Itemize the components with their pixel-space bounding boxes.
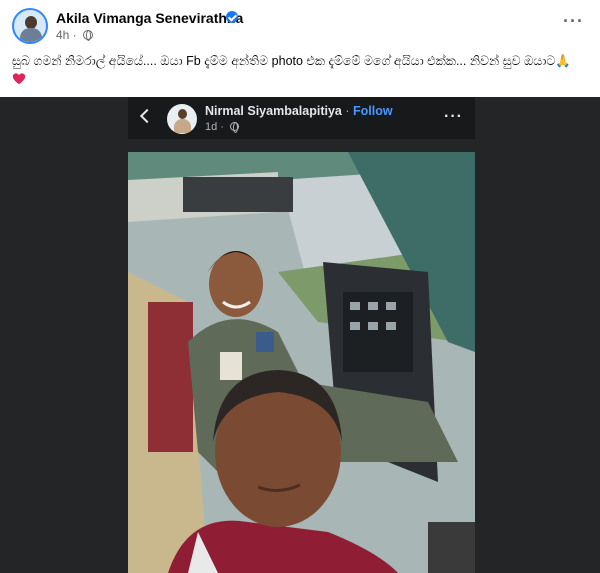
shared-globe-icon — [230, 122, 240, 133]
shared-author-name[interactable]: Nirmal Siyambalapitiya — [205, 104, 342, 118]
heart-icon — [12, 73, 26, 85]
post-header: Akila Vimanga Senevirathna 4h · ··· — [12, 8, 588, 44]
follow-button[interactable]: Follow — [353, 104, 393, 118]
shared-author-avatar[interactable] — [167, 104, 197, 134]
globe-icon — [83, 30, 94, 41]
shared-more-options-icon[interactable]: ··· — [444, 109, 463, 125]
separator-dot: · — [345, 104, 350, 118]
shared-post-header: Nirmal Siyambalapitiya · Follow 1d · ··· — [128, 97, 475, 139]
verified-badge-icon — [226, 11, 238, 23]
shared-post-frame: Nirmal Siyambalapitiya · Follow 1d · ··· — [0, 97, 600, 573]
author-avatar[interactable] — [12, 8, 48, 44]
back-arrow-icon[interactable] — [139, 108, 155, 124]
shared-post-time[interactable]: 1d · — [205, 121, 224, 133]
cockpit-selfie-illustration — [128, 152, 475, 573]
shared-author-line: Nirmal Siyambalapitiya · Follow — [205, 104, 393, 118]
shared-post-meta: 1d · — [205, 121, 240, 133]
author-name[interactable]: Akila Vimanga Senevirathna — [56, 10, 243, 26]
more-options-icon[interactable]: ··· — [563, 12, 584, 30]
post-time[interactable]: 4h · — [56, 28, 77, 42]
post-photo[interactable] — [128, 152, 475, 573]
post-meta: 4h · — [56, 28, 94, 42]
post-text: සුබ ගමන් නිමරාල් අයියේ.... ඔයා Fb දැම්ම … — [12, 54, 571, 68]
